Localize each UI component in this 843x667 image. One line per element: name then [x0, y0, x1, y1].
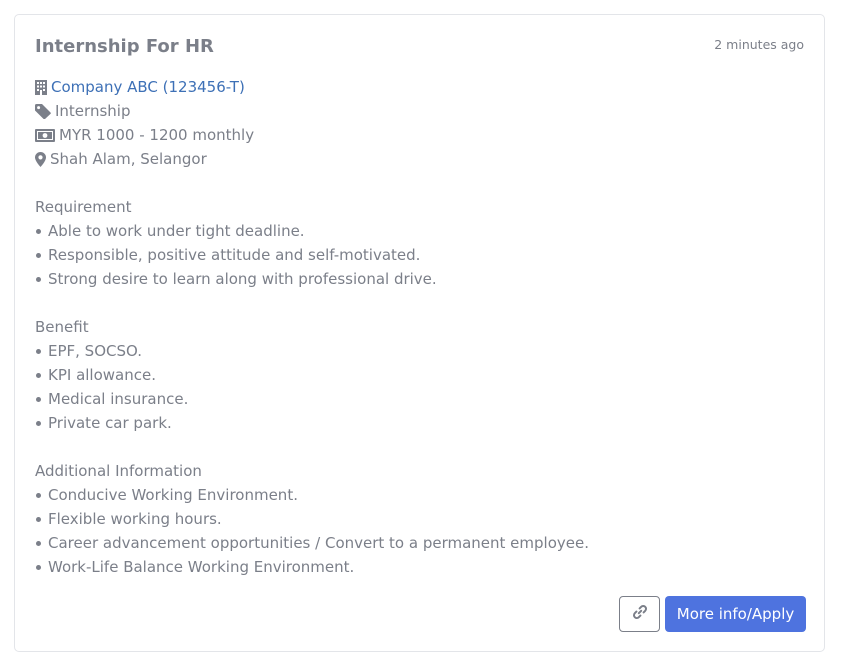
list-item: Flexible working hours. — [35, 507, 589, 531]
posted-timestamp: 2 minutes ago — [714, 37, 804, 52]
bullet-icon — [36, 252, 41, 258]
copy-link-button[interactable] — [619, 596, 660, 632]
location: Shah Alam, Selangor — [50, 150, 207, 168]
tag-icon — [35, 103, 51, 119]
list-item: Career advancement opportunities / Conve… — [35, 531, 589, 555]
list-item: EPF, SOCSO. — [35, 339, 188, 363]
requirement-title: Requirement — [35, 198, 132, 216]
list-item: Medical insurance. — [35, 387, 188, 411]
map-marker-icon — [35, 151, 46, 167]
bullet-icon — [36, 420, 41, 426]
list-item-text: EPF, SOCSO. — [48, 342, 142, 360]
company-line: Company ABC (123456-T) — [35, 75, 245, 99]
bullet-icon — [36, 396, 41, 402]
list-item: KPI allowance. — [35, 363, 188, 387]
bullet-icon — [36, 372, 41, 378]
list-item-text: KPI allowance. — [48, 366, 156, 384]
bullet-icon — [36, 276, 41, 282]
list-item-text: Strong desire to learn along with profes… — [48, 270, 437, 288]
job-type: Internship — [55, 102, 131, 120]
money-bill-icon — [35, 128, 55, 142]
building-icon — [35, 79, 47, 95]
bullet-icon — [36, 228, 41, 234]
list-item: Work-Life Balance Working Environment. — [35, 555, 589, 579]
job-card: Internship For HR 2 minutes ago Company … — [14, 14, 825, 652]
link-icon — [632, 604, 648, 624]
job-title: Internship For HR — [35, 36, 214, 57]
bullet-icon — [36, 492, 41, 498]
additional-info-section: Additional Information Conducive Working… — [35, 459, 589, 579]
salary: MYR 1000 - 1200 monthly — [59, 126, 255, 144]
more-info-apply-button[interactable]: More info/Apply — [665, 596, 806, 632]
list-item-text: Flexible working hours. — [48, 510, 222, 528]
list-item: Responsible, positive attitude and self-… — [35, 243, 437, 267]
list-item-text: Responsible, positive attitude and self-… — [48, 246, 421, 264]
bullet-icon — [36, 540, 41, 546]
location-line: Shah Alam, Selangor — [35, 147, 207, 171]
benefit-title: Benefit — [35, 318, 89, 336]
list-item-text: Career advancement opportunities / Conve… — [48, 534, 589, 552]
list-item-text: Able to work under tight deadline. — [48, 222, 305, 240]
bullet-icon — [36, 564, 41, 570]
bullet-icon — [36, 348, 41, 354]
list-item-text: Private car park. — [48, 414, 172, 432]
list-item: Strong desire to learn along with profes… — [35, 267, 437, 291]
additional-info-title: Additional Information — [35, 462, 202, 480]
bullet-icon — [36, 516, 41, 522]
benefit-section: Benefit EPF, SOCSO. KPI allowance. Medic… — [35, 315, 188, 435]
list-item: Conducive Working Environment. — [35, 483, 589, 507]
job-type-line: Internship — [35, 99, 130, 123]
list-item-text: Medical insurance. — [48, 390, 189, 408]
requirement-list: Able to work under tight deadline. Respo… — [35, 219, 437, 291]
salary-line: MYR 1000 - 1200 monthly — [35, 123, 254, 147]
requirement-section: Requirement Able to work under tight dea… — [35, 195, 437, 291]
company-link[interactable]: Company ABC (123456-T) — [51, 78, 245, 96]
list-item: Private car park. — [35, 411, 188, 435]
list-item-text: Work-Life Balance Working Environment. — [48, 558, 355, 576]
benefit-list: EPF, SOCSO. KPI allowance. Medical insur… — [35, 339, 188, 435]
list-item-text: Conducive Working Environment. — [48, 486, 298, 504]
list-item: Able to work under tight deadline. — [35, 219, 437, 243]
additional-info-list: Conducive Working Environment. Flexible … — [35, 483, 589, 579]
